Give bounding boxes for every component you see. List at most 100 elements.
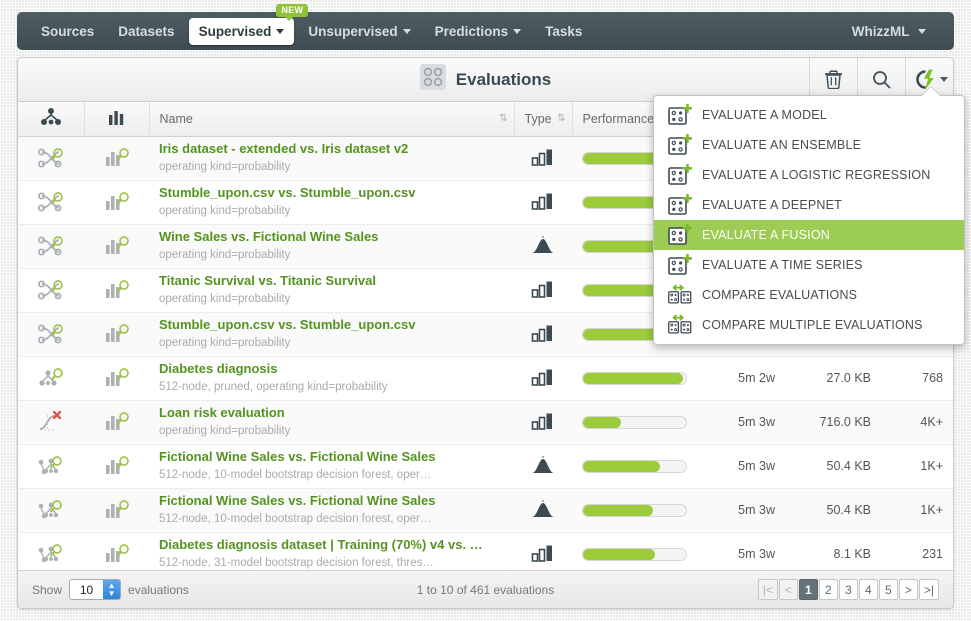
nav-item-sources[interactable]: Sources [31, 18, 104, 45]
table-row[interactable]: Diabetes diagnosis 512-node, pruned, oper… [18, 356, 953, 401]
ensemble-search-icon[interactable] [35, 455, 67, 479]
histogram-search-icon[interactable] [102, 499, 132, 523]
row-type-cell [514, 488, 572, 533]
histogram-search-icon[interactable] [102, 323, 132, 347]
row-resource-icon-cell[interactable] [18, 312, 84, 357]
fusion-search-icon[interactable] [36, 279, 66, 303]
menu-item-compare-evaluations[interactable]: COMPARE EVALUATIONS [654, 280, 964, 310]
pagination-prev[interactable]: < [778, 579, 798, 600]
row-title[interactable]: Loan risk evaluation [159, 405, 504, 421]
fusion-search-icon[interactable] [36, 235, 66, 259]
stepper-arrows-icon[interactable]: ▲ ▼ [103, 580, 121, 599]
row-histogram-icon-cell[interactable] [84, 488, 149, 533]
tree-search-icon[interactable] [36, 367, 66, 391]
column-header-type[interactable]: Type ⇅ [514, 102, 573, 137]
row-name-cell[interactable]: Wine Sales vs. Fictional Wine Sales opera… [149, 224, 514, 269]
pagination-first[interactable]: |< [757, 579, 778, 600]
histogram-search-icon[interactable] [102, 367, 132, 391]
row-resource-icon-cell[interactable] [18, 444, 84, 489]
nav-item-predictions[interactable]: Predictions [425, 18, 532, 45]
menu-item-evaluate-a-model[interactable]: EVALUATE A MODEL [654, 100, 964, 130]
histogram-search-icon[interactable] [102, 543, 132, 567]
nav-item-unsupervised[interactable]: Unsupervised [298, 18, 420, 45]
row-resource-icon-cell[interactable] [18, 488, 84, 533]
row-histogram-icon-cell[interactable] [84, 224, 149, 269]
row-histogram-icon-cell[interactable] [84, 356, 149, 401]
row-subtitle: operating kind=probability [159, 424, 291, 437]
row-histogram-icon-cell[interactable] [84, 312, 149, 357]
pagination-page-5[interactable]: 5 [878, 579, 898, 600]
menu-item-evaluate-a-time-series[interactable]: EVALUATE A TIME SERIES [654, 250, 964, 280]
row-subtitle: operating kind=probability [159, 336, 291, 349]
sort-toggle-name[interactable]: ⇅ [499, 113, 507, 124]
row-resource-icon-cell[interactable] [18, 224, 84, 269]
pagination-page-2[interactable]: 2 [818, 579, 838, 600]
row-name-cell[interactable]: Diabetes diagnosis 512-node, pruned, oper… [149, 356, 514, 401]
row-histogram-icon-cell[interactable] [84, 136, 149, 181]
ensemble-search-icon[interactable] [35, 543, 67, 567]
fusion-search-icon[interactable] [36, 147, 66, 171]
ensemble-search-icon[interactable] [35, 499, 67, 523]
row-title[interactable]: Wine Sales vs. Fictional Wine Sales [159, 229, 504, 245]
table-row[interactable]: Fictional Wine Sales vs. Fictional Wine … [18, 444, 953, 489]
row-title[interactable]: Fictional Wine Sales vs. Fictional Wine … [159, 493, 504, 509]
row-title[interactable]: Diabetes diagnosis [159, 361, 504, 377]
row-histogram-icon-cell[interactable] [84, 268, 149, 313]
nav-item-tasks[interactable]: Tasks [535, 18, 592, 45]
menu-item-compare-multiple-evaluations[interactable]: COMPARE MULTIPLE EVALUATIONS [654, 310, 964, 340]
nav-item-supervised[interactable]: Supervised NEW [188, 3, 309, 45]
histogram-search-icon[interactable] [102, 411, 132, 435]
pagination-next[interactable]: > [898, 579, 918, 600]
column-header-bars-icon[interactable] [84, 102, 150, 137]
row-name-cell[interactable]: Fictional Wine Sales vs. Fictional Wine … [149, 444, 514, 489]
sort-toggle-type[interactable]: ⇅ [557, 113, 565, 124]
histogram-search-icon[interactable] [102, 455, 132, 479]
row-resource-icon-cell[interactable] [18, 180, 84, 225]
page-size-stepper[interactable]: 10 ▲ ▼ [69, 579, 122, 600]
table-row[interactable]: Fictional Wine Sales vs. Fictional Wine … [18, 488, 953, 533]
row-name-cell[interactable]: Stumble_upon.csv vs. Stumble_upon.csvope… [149, 312, 514, 357]
row-histogram-icon-cell[interactable] [84, 180, 149, 225]
table-row[interactable]: Loan risk evaluation operating kind=proba… [18, 400, 953, 445]
pagination-page-4[interactable]: 4 [858, 579, 878, 600]
fusion-search-icon[interactable] [36, 323, 66, 347]
row-histogram-icon-cell[interactable] [84, 444, 149, 489]
histogram-search-icon[interactable] [102, 147, 132, 171]
menu-item-evaluate-an-ensemble[interactable]: EVALUATE AN ENSEMBLE [654, 130, 964, 160]
pagination-last[interactable]: >| [918, 579, 939, 600]
row-subtitle: 512-node, 31-model bootstrap decision fo… [159, 556, 434, 569]
row-title[interactable]: Stumble_upon.csv vs. Stumble_upon.csv [159, 185, 504, 201]
nav-item-label: WhizzML [851, 23, 910, 39]
classification-icon [531, 369, 555, 389]
row-title[interactable]: Fictional Wine Sales vs. Fictional Wine … [159, 449, 504, 465]
row-name-cell[interactable]: Stumble_upon.csv vs. Stumble_upon.csv ope… [149, 180, 514, 225]
histogram-search-icon[interactable] [102, 191, 132, 215]
evaluate-add-icon [668, 254, 692, 275]
fusion-search-icon[interactable] [36, 191, 66, 215]
row-name-cell[interactable]: Titanic Survival vs. Titanic Survival ope… [149, 268, 514, 313]
row-resource-icon-cell[interactable] [18, 136, 84, 181]
histogram-search-icon[interactable] [102, 235, 132, 259]
pagination-page-1[interactable]: 1 [798, 579, 818, 600]
pagination-page-3[interactable]: 3 [838, 579, 858, 600]
row-resource-icon-cell[interactable] [18, 400, 84, 445]
nav-item-whizzml[interactable]: WhizzML [842, 18, 936, 45]
column-header-name[interactable]: Name ⇅ [149, 102, 515, 137]
row-title[interactable]: Iris dataset - extended vs. Iris dataset… [159, 141, 504, 157]
row-histogram-icon-cell[interactable] [84, 400, 149, 445]
row-name-cell[interactable]: Fictional Wine Sales vs. Fictional Wine … [149, 488, 514, 533]
menu-item-evaluate-a-logistic-regression[interactable]: EVALUATE A LOGISTIC REGRESSION [654, 160, 964, 190]
row-resource-icon-cell[interactable] [18, 356, 84, 401]
row-title[interactable]: Stumble_upon.csv vs. Stumble_upon.csv [159, 317, 504, 333]
row-title[interactable]: Diabetes diagnosis dataset | Training (7… [159, 537, 504, 553]
logistic-regression-search-icon[interactable] [36, 410, 66, 435]
menu-item-evaluate-a-fusion[interactable]: EVALUATE A FUSION [654, 220, 964, 250]
menu-item-evaluate-a-deepnet[interactable]: EVALUATE A DEEPNET [654, 190, 964, 220]
row-title[interactable]: Titanic Survival vs. Titanic Survival [159, 273, 504, 289]
row-resource-icon-cell[interactable] [18, 268, 84, 313]
nav-item-datasets[interactable]: Datasets [108, 18, 184, 45]
histogram-search-icon[interactable] [102, 279, 132, 303]
row-name-cell[interactable]: Iris dataset - extended vs. Iris dataset… [149, 136, 514, 181]
row-name-cell[interactable]: Loan risk evaluation operating kind=proba… [149, 400, 514, 445]
column-header-model-icon[interactable] [18, 102, 85, 137]
